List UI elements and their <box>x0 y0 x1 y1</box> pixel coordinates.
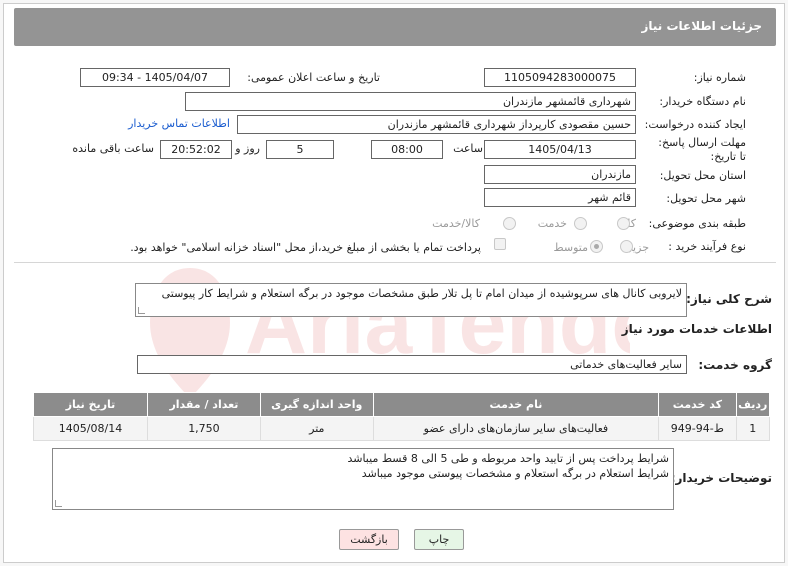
header-bar: جزئیات اطلاعات نیاز <box>14 8 776 46</box>
col-row: ردیف <box>735 392 771 417</box>
buyer-notes-line-2: شرایط استعلام در برگه استعلام و مشخصات پ… <box>361 467 669 480</box>
requester-label: ایجاد کننده درخواست: <box>644 118 746 131</box>
city-label: شهر محل تحویل: <box>666 192 746 205</box>
category-option-service: خدمت <box>537 217 567 230</box>
treasury-note: پرداخت تمام یا بخشی از مبلغ خرید،از محل … <box>130 241 481 254</box>
province-field: مازندران <box>484 165 636 184</box>
col-unit: واحد اندازه گیری <box>259 392 374 417</box>
deadline-date-field: 1405/04/13 <box>484 140 636 159</box>
treasury-checkbox[interactable] <box>494 238 506 250</box>
remaining-days-field: 5 <box>266 140 334 159</box>
services-table: ردیف کد خدمت نام خدمت واحد اندازه گیری ت… <box>32 392 771 441</box>
description-textarea[interactable]: لایروبی کانال های سرپوشیده از میدان امام… <box>135 283 687 317</box>
page-title: جزئیات اطلاعات نیاز <box>641 19 762 33</box>
col-service-name: نام خدمت <box>372 392 660 417</box>
category-label: طبقه بندی موضوعی: <box>648 217 746 230</box>
category-goods-service-radio[interactable] <box>503 217 516 230</box>
cell-unit: متر <box>259 416 374 441</box>
print-button[interactable]: چاپ <box>414 529 464 550</box>
resize-handle-icon[interactable] <box>138 307 145 314</box>
description-label: شرح کلی نیاز: <box>686 292 772 306</box>
process-option-medium: متوسط <box>553 241 588 254</box>
process-minor-radio[interactable] <box>620 240 633 253</box>
process-type-label: نوع فرآیند خرید : <box>668 240 746 253</box>
deadline-label: مهلت ارسال پاسخ: تا تاریخ: <box>658 136 746 163</box>
cell-quantity: 1,750 <box>147 416 261 441</box>
buyer-contact-link[interactable]: اطلاعات تماس خریدار <box>128 117 230 130</box>
buyer-notes-line-1: شرایط پرداخت پس از تایید واحد مربوطه و ط… <box>347 452 669 465</box>
resize-handle-icon[interactable] <box>55 500 62 507</box>
col-service-code: کد خدمت <box>658 392 737 417</box>
days-label: روز و <box>235 142 260 155</box>
service-group-field: سایر فعالیت‌های خدماتی <box>137 355 687 374</box>
col-need-date: تاریخ نیاز <box>32 392 149 417</box>
description-text: لایروبی کانال های سرپوشیده از میدان امام… <box>161 287 682 300</box>
table-row: 1 ط-94-949 فعالیت‌های سایر سازمان‌های دا… <box>32 416 771 441</box>
requester-field: حسین مقصودی کارپرداز شهرداری قائمشهر ماز… <box>237 115 636 134</box>
category-option-goods-service: کالا/خدمت <box>432 217 480 230</box>
city-field: قائم شهر <box>484 188 636 207</box>
category-service-radio[interactable] <box>574 217 587 230</box>
buyer-notes-label: توضیحات خریدار: <box>670 471 772 485</box>
deadline-time-field: 08:00 <box>371 140 443 159</box>
cell-service-name: فعالیت‌های سایر سازمان‌های دارای عضو <box>372 416 660 441</box>
divider <box>14 262 776 263</box>
buyer-notes-textarea[interactable]: شرایط پرداخت پس از تایید واحد مربوطه و ط… <box>52 448 674 510</box>
remaining-time-field: 20:52:02 <box>160 140 232 159</box>
services-section-title: اطلاعات خدمات مورد نیاز <box>621 322 772 336</box>
process-medium-radio[interactable] <box>590 240 603 253</box>
table-header-row: ردیف کد خدمت نام خدمت واحد اندازه گیری ت… <box>32 392 771 417</box>
service-group-label: گروه خدمت: <box>698 358 772 372</box>
need-number-label: شماره نیاز: <box>693 71 746 84</box>
province-label: استان محل تحویل: <box>659 169 746 182</box>
buyer-org-field: شهرداری قائمشهر مازندران <box>185 92 636 111</box>
deadline-time-label: ساعت <box>453 142 483 155</box>
buyer-org-label: نام دستگاه خریدار: <box>659 95 746 108</box>
cell-service-code: ط-94-949 <box>658 416 737 441</box>
cell-need-date: 1405/08/14 <box>32 416 149 441</box>
cell-row: 1 <box>735 416 771 441</box>
back-button[interactable]: بازگشت <box>339 529 399 550</box>
announce-datetime-label: تاریخ و ساعت اعلان عمومی: <box>247 71 380 84</box>
need-number-field: 1105094283000075 <box>484 68 636 87</box>
col-quantity: تعداد / مقدار <box>147 392 261 417</box>
remaining-time-label: ساعت باقی مانده <box>72 142 154 155</box>
announce-datetime-field: 1405/04/07 - 09:34 <box>80 68 230 87</box>
category-goods-radio[interactable] <box>617 217 630 230</box>
